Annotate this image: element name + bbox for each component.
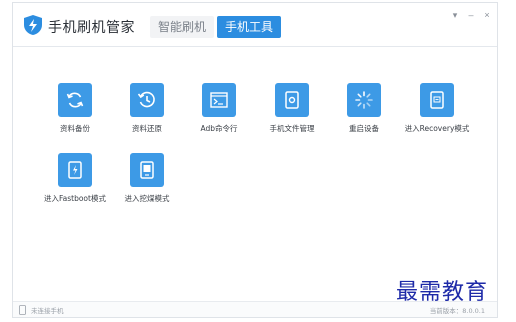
minimize-icon[interactable]: – — [465, 9, 477, 21]
shield-logo-icon — [24, 15, 42, 35]
enter-recovery-button[interactable] — [420, 83, 454, 117]
reboot-device-button[interactable] — [347, 83, 381, 117]
version-label: 当前版本：8.0.0.1 — [429, 307, 485, 315]
data-backup-button[interactable] — [58, 83, 92, 117]
download-mode-phone-icon — [140, 161, 154, 179]
terminal-icon — [210, 92, 228, 108]
phone-file-icon — [285, 91, 299, 109]
menu-dropdown-icon[interactable]: ▾ — [449, 9, 461, 21]
fastboot-phone-icon — [68, 161, 82, 179]
tool-phone-file-manager[interactable]: 手机文件管理 — [252, 83, 332, 134]
phone-file-manager-button[interactable] — [275, 83, 309, 117]
restore-clock-icon — [137, 91, 155, 108]
enter-download-mode-button[interactable] — [130, 153, 164, 187]
enter-fastboot-label: 进入Fastboot模式 — [44, 194, 106, 203]
phone-file-manager-label: 手机文件管理 — [269, 124, 315, 133]
data-backup-label: 资料备份 — [60, 124, 90, 133]
close-icon[interactable]: × — [481, 9, 493, 21]
reboot-device-label: 重启设备 — [349, 124, 379, 133]
adb-command-label: Adb命令行 — [200, 124, 238, 133]
adb-command-button[interactable] — [202, 83, 236, 117]
app-title: 手机刷机管家 — [48, 20, 135, 36]
data-restore-button[interactable] — [130, 83, 164, 117]
app-window: 手机刷机管家 智能刷机 手机工具 ▾ – × 资料备份 资料还原 Adb命令行 … — [12, 2, 498, 318]
tool-data-backup[interactable]: 资料备份 — [35, 83, 115, 134]
tool-data-restore[interactable]: 资料还原 — [107, 83, 187, 134]
tab-smart-flash[interactable]: 智能刷机 — [150, 16, 215, 38]
tool-enter-recovery[interactable]: 进入Recovery模式 — [397, 83, 477, 134]
enter-fastboot-button[interactable] — [58, 153, 92, 187]
title-bar: 手机刷机管家 智能刷机 手机工具 ▾ – × — [13, 3, 497, 47]
phone-icon — [19, 305, 26, 315]
enter-recovery-label: 进入Recovery模式 — [404, 124, 470, 133]
loading-spinner-icon — [355, 91, 373, 109]
tool-reboot-device[interactable]: 重启设备 — [324, 83, 404, 134]
enter-download-mode-label: 进入挖煤模式 — [124, 194, 170, 203]
tool-adb-command[interactable]: Adb命令行 — [179, 83, 259, 134]
recovery-phone-icon — [430, 91, 444, 109]
data-restore-label: 资料还原 — [132, 124, 162, 133]
tab-phone-tools[interactable]: 手机工具 — [217, 16, 282, 38]
watermark-text: 最需教育 — [396, 280, 489, 305]
tool-enter-fastboot[interactable]: 进入Fastboot模式 — [35, 153, 115, 204]
connection-status: 未连接手机 — [31, 307, 64, 315]
tool-enter-download-mode[interactable]: 进入挖煤模式 — [107, 153, 187, 204]
sync-icon — [66, 92, 84, 108]
